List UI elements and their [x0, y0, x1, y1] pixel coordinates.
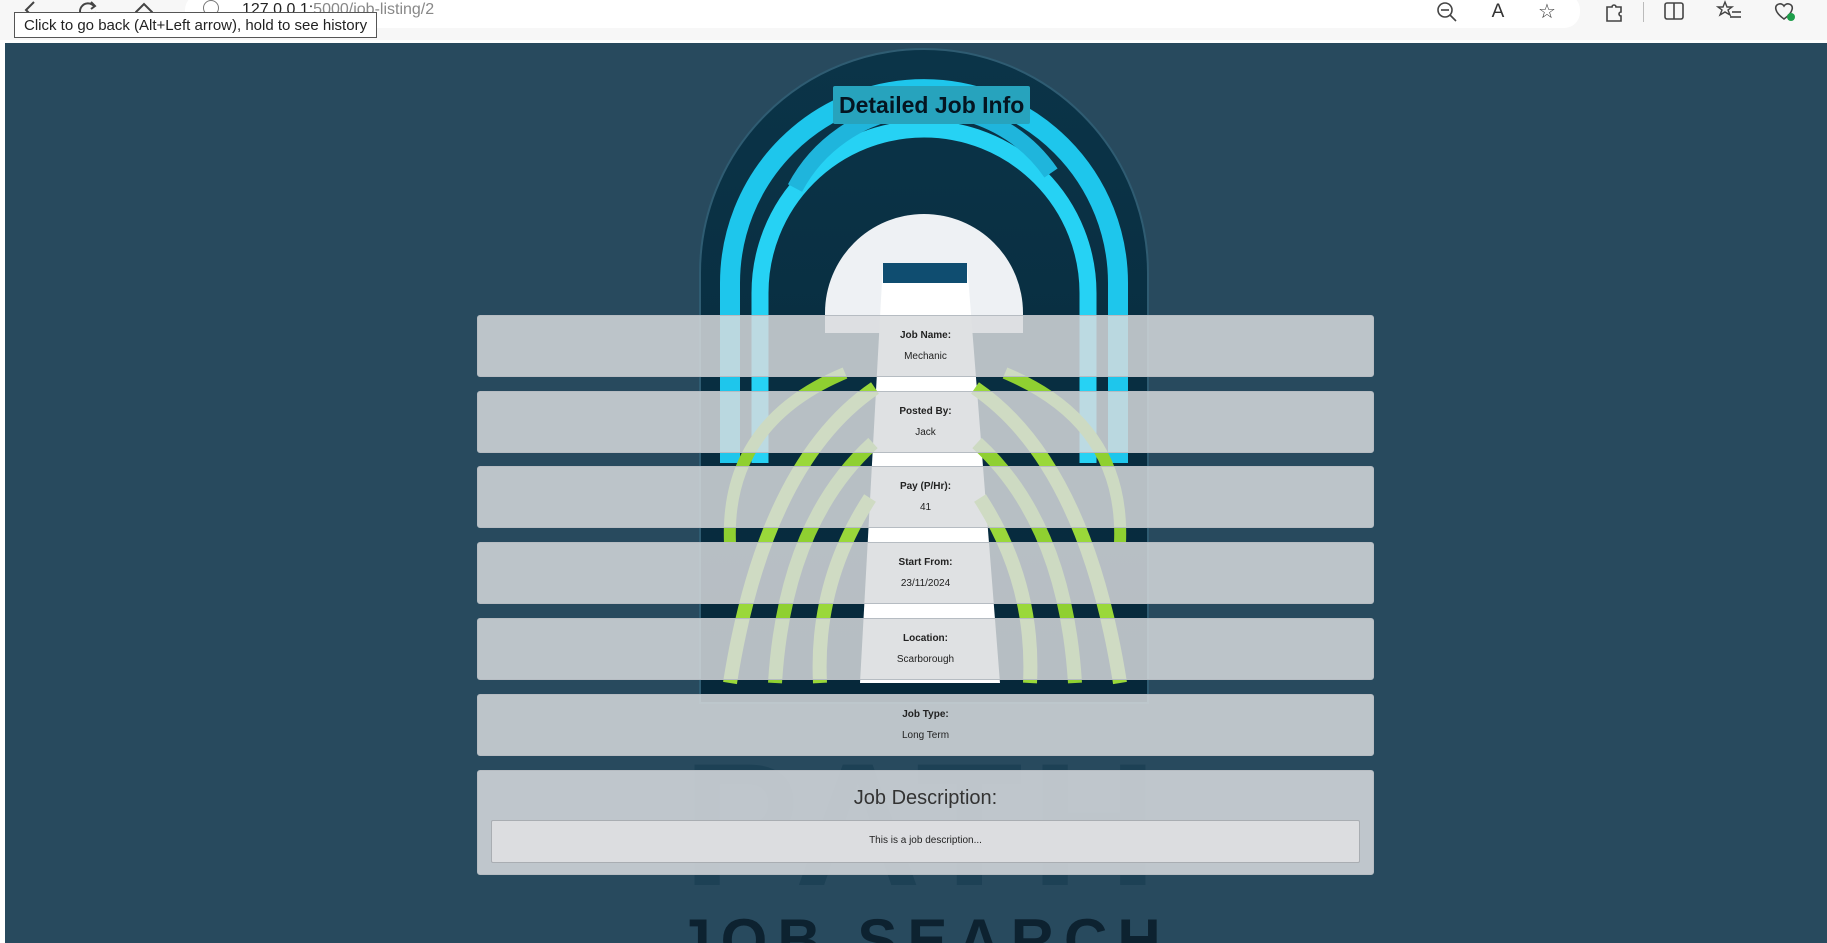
extensions-icon[interactable] [1600, 0, 1628, 25]
start-from-card: Start From: 23/11/2024 [477, 542, 1374, 604]
favorites-list-icon[interactable] [1715, 0, 1744, 25]
toolbar-separator [1643, 2, 1644, 22]
job-type-value: Long Term [901, 730, 950, 741]
page-title: Detailed Job Info [833, 86, 1031, 124]
browser-essentials-icon[interactable] [1770, 0, 1798, 25]
job-type-card: Job Type: Long Term [477, 694, 1374, 756]
posted-by-value: Jack [915, 427, 936, 438]
address-bar[interactable]: 127.0.0.1:5000/job-listing/2 [185, 0, 1580, 28]
job-name-card: Job Name: Mechanic [477, 315, 1374, 377]
pay-label: Pay (P/Hr): [899, 481, 952, 492]
pay-value: 41 [919, 502, 932, 513]
posted-by-label: Posted By: [899, 406, 952, 417]
location-value: Scarborough [896, 654, 955, 665]
read-aloud-icon[interactable]: A [1484, 0, 1512, 25]
favorite-star-icon[interactable]: ☆ [1533, 0, 1561, 25]
job-name-value: Mechanic [904, 351, 947, 362]
logo-word-job-search: JOB SEARCH [677, 907, 1170, 943]
start-from-label: Start From: [898, 557, 953, 568]
start-from-value: 23/11/2024 [900, 578, 951, 589]
job-description-heading: Job Description: [853, 787, 998, 809]
job-type-label: Job Type: [902, 709, 949, 720]
zoom-out-icon[interactable] [1433, 0, 1461, 25]
location-card: Location: Scarborough [477, 618, 1374, 680]
job-description-card: Job Description: This is a job descripti… [477, 770, 1374, 875]
posted-by-card: Posted By: Jack [477, 391, 1374, 453]
split-screen-icon[interactable] [1660, 0, 1688, 25]
location-label: Location: [903, 633, 948, 644]
back-button-tooltip: Click to go back (Alt+Left arrow), hold … [14, 12, 378, 38]
pay-card: Pay (P/Hr): 41 [477, 466, 1374, 528]
page-content: PATH JOB SEARCH Detailed Job Info Job Na… [5, 43, 1827, 943]
job-name-label: Job Name: [899, 330, 952, 341]
job-description-text: This is a job description... [491, 820, 1360, 863]
